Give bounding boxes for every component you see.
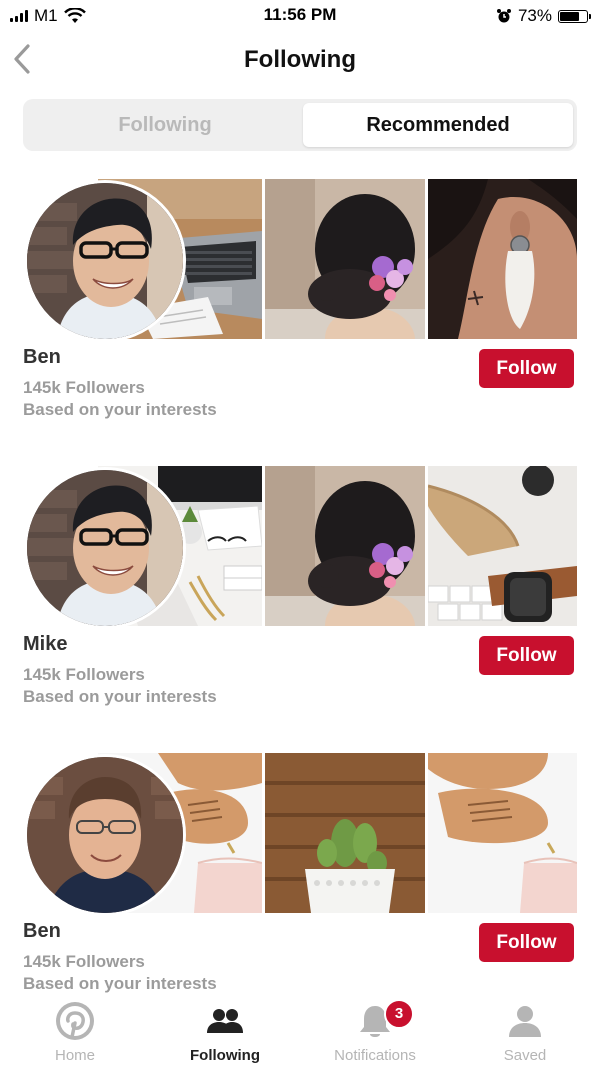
user-name[interactable]: Ben	[23, 346, 61, 369]
recommendation-reason: Based on your interests	[23, 687, 217, 706]
user-name[interactable]: Mike	[23, 633, 67, 656]
segment-following[interactable]: Following	[27, 103, 303, 147]
pin-image-watch	[428, 466, 577, 626]
user-name[interactable]: Ben	[23, 920, 61, 943]
follow-button[interactable]: Follow	[479, 636, 574, 675]
avatar[interactable]	[24, 180, 186, 342]
status-bar: M1 11:56 PM 73%	[0, 0, 600, 30]
tab-bar: Home Following 3 Notifications Saved	[0, 995, 600, 1067]
tab-home[interactable]: Home	[0, 995, 150, 1067]
tab-label: Following	[190, 1047, 260, 1064]
follower-count: 145k Followers	[23, 952, 145, 971]
pin-image-hairstyle	[265, 179, 425, 339]
follow-button[interactable]: Follow	[479, 349, 574, 388]
battery-icon	[558, 9, 591, 23]
tab-notifications[interactable]: 3 Notifications	[300, 995, 450, 1067]
recommended-card: Mike 145k Followers Based on your intere…	[0, 466, 600, 716]
recommendation-reason: Based on your interests	[23, 974, 217, 993]
recommended-card: Ben 145k Followers Based on your interes…	[0, 179, 600, 429]
pin-image-earring	[428, 179, 577, 339]
tab-label: Saved	[503, 1047, 547, 1064]
profile-icon	[509, 1006, 541, 1037]
battery-info: 73%	[496, 6, 591, 26]
pin-image-cactus	[265, 753, 425, 913]
recommended-card: Ben 145k Followers Based on your interes…	[0, 753, 600, 1003]
follow-button[interactable]: Follow	[479, 923, 574, 962]
pinterest-icon	[56, 1002, 94, 1040]
notification-badge: 3	[384, 999, 414, 1029]
tab-following[interactable]: Following	[150, 995, 300, 1067]
pin-image-shoes	[428, 753, 577, 913]
avatar[interactable]	[24, 754, 186, 916]
tab-label: Home	[54, 1047, 95, 1064]
segmented-control: Following Recommended	[23, 99, 577, 151]
alarm-icon	[496, 9, 511, 23]
tab-saved[interactable]: Saved	[450, 995, 600, 1067]
page-title: Following	[244, 46, 356, 73]
recommendation-reason: Based on your interests	[23, 400, 217, 419]
follower-count: 145k Followers	[23, 378, 145, 397]
navigation-bar: Following	[0, 30, 600, 92]
people-icon	[207, 1009, 243, 1033]
tab-label: Notifications	[334, 1047, 416, 1064]
avatar[interactable]	[24, 467, 186, 629]
pin-image-hairstyle	[265, 466, 425, 626]
battery-percent: 73%	[517, 6, 552, 25]
follower-count: 145k Followers	[23, 665, 145, 684]
segment-recommended[interactable]: Recommended	[303, 103, 573, 147]
